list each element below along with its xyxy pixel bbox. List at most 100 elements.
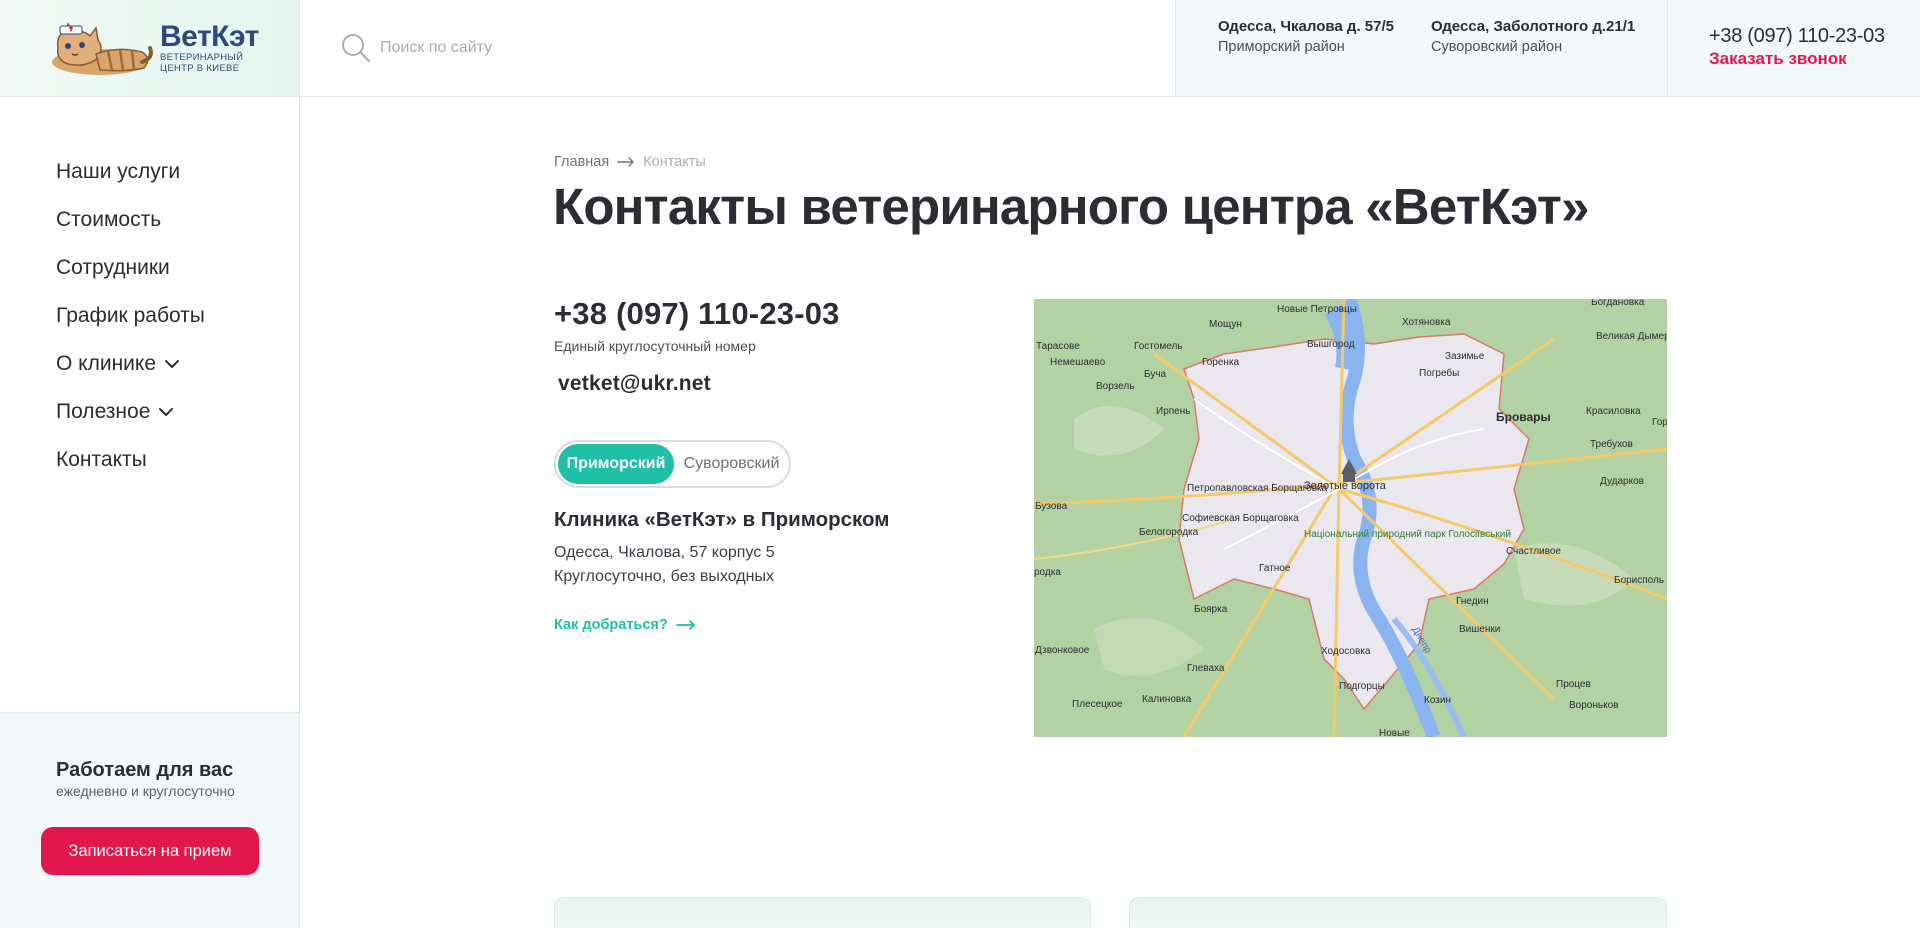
address-district: Приморский район bbox=[1218, 39, 1345, 55]
location-map[interactable]: Новые Петровцы Хотяновка Богдановка Мощу… bbox=[1034, 299, 1667, 737]
map-label: Великая Дымерка bbox=[1596, 331, 1667, 342]
address-suvorovsky[interactable]: Одесса, Заболотного д.21/1 Суворовский р… bbox=[1431, 17, 1635, 96]
map-label: родка bbox=[1034, 567, 1061, 578]
working-hours-subtitle: ежедневно и круглосуточно bbox=[56, 783, 235, 799]
nav-item-about[interactable]: О клинике bbox=[56, 340, 299, 388]
nav-item-label: Сотрудники bbox=[56, 256, 170, 279]
map-label: Процев bbox=[1556, 679, 1591, 690]
map-label: Подгорцы bbox=[1339, 681, 1385, 692]
map-label: Гостомель bbox=[1134, 341, 1183, 352]
map-label: Бровары bbox=[1496, 410, 1551, 424]
callback-link[interactable]: Заказать звонок bbox=[1709, 48, 1920, 70]
arrow-right-icon bbox=[617, 157, 634, 167]
breadcrumb: Главная Контакты bbox=[554, 154, 706, 170]
address-title: Одесса, Заболотного д.21/1 bbox=[1430, 18, 1636, 35]
map-label: Дударков bbox=[1600, 476, 1644, 487]
logo[interactable]: ВетКэт ветеринарный центр в киеве bbox=[0, 0, 300, 96]
book-appointment-button[interactable]: Записаться на прием bbox=[41, 827, 259, 875]
map-label: Красиловка bbox=[1586, 406, 1641, 417]
map-label: Вороньков bbox=[1569, 700, 1618, 711]
nav-item-staff[interactable]: Сотрудники bbox=[56, 244, 299, 292]
address-title: Одесса, Чкалова д. 57/5 bbox=[1218, 18, 1394, 35]
logo-subtitle-2: центр в киеве bbox=[160, 63, 240, 74]
map-label: Козин bbox=[1424, 695, 1451, 706]
page-title: Контакты ветеринарного центра «ВетКэт» bbox=[553, 178, 1589, 235]
nav-item-label: Полезное bbox=[56, 400, 151, 423]
contact-card-suvorovsky bbox=[1129, 897, 1667, 928]
tab-suvorovsky[interactable]: Суворовский bbox=[676, 444, 787, 484]
arrow-right-icon bbox=[675, 620, 695, 630]
logo-subtitle-1: ветеринарный bbox=[160, 52, 244, 63]
map-label: Софиевская Борщаговка bbox=[1182, 512, 1299, 524]
nav-item-label: Наши услуги bbox=[56, 160, 181, 183]
map-label: Новые Петровцы bbox=[1277, 304, 1357, 315]
map-label: Гатное bbox=[1259, 563, 1291, 574]
map-label: Борисполь bbox=[1614, 575, 1664, 586]
map-label: Мощун bbox=[1209, 319, 1242, 330]
route-link[interactable]: Как добраться? bbox=[554, 617, 696, 633]
nav-item-contacts[interactable]: Контакты bbox=[56, 436, 299, 484]
map-canvas[interactable]: Новые Петровцы Хотяновка Богдановка Мощу… bbox=[1034, 299, 1667, 737]
header-phone-block: +38 (097) 110-23-03 Заказать звонок bbox=[1668, 0, 1920, 96]
header-phone[interactable]: +38 (097) 110-23-03 bbox=[1709, 24, 1920, 48]
chevron-down-icon bbox=[159, 408, 174, 416]
main-nav: Наши услуги Стоимость Сотрудники График … bbox=[0, 97, 299, 484]
sidebar: Наши услуги Стоимость Сотрудники График … bbox=[0, 97, 300, 928]
nav-item-label: Контакты bbox=[56, 448, 147, 471]
breadcrumb-home[interactable]: Главная bbox=[554, 154, 609, 170]
map-label: Немешаево bbox=[1050, 357, 1106, 368]
working-hours-title: Работаем для вас bbox=[56, 759, 234, 781]
email-link[interactable]: vetket@ukr.net bbox=[558, 372, 711, 396]
nav-item-services[interactable]: Наши услуги bbox=[56, 148, 299, 196]
map-label: Ирпень bbox=[1156, 406, 1190, 417]
map-label: Требухов bbox=[1590, 438, 1633, 450]
map-label: Горенка bbox=[1202, 357, 1240, 368]
district-tabs: Приморский Суворовский bbox=[554, 440, 791, 488]
map-label: Калиновка bbox=[1142, 694, 1192, 705]
chevron-down-icon bbox=[165, 360, 180, 368]
clinic-title: Клиника «ВетКэт» в Приморском bbox=[554, 508, 890, 531]
map-label: Ходосовка bbox=[1321, 646, 1371, 657]
contact-card-primorsky bbox=[554, 897, 1091, 928]
map-label: Белогородка bbox=[1139, 527, 1199, 538]
nav-item-schedule[interactable]: График работы bbox=[56, 292, 299, 340]
clinic-address: Одесса, Чкалова, 57 корпус 5 bbox=[554, 544, 775, 561]
map-label: Счастливое bbox=[1506, 546, 1561, 557]
map-label: Дзвонковое bbox=[1035, 645, 1090, 656]
map-label: Богдановка bbox=[1591, 299, 1645, 308]
main-content: Главная Контакты Контакты ветеринарного … bbox=[301, 97, 1920, 928]
search-input[interactable] bbox=[380, 39, 1080, 57]
map-label: Золотые ворота bbox=[1304, 480, 1387, 492]
map-label: Глеваха bbox=[1187, 663, 1225, 674]
clinic-hours: Круглосуточно, без выходных bbox=[554, 568, 774, 585]
site-header: ВетКэт ветеринарный центр в киеве Одесса… bbox=[0, 0, 1920, 97]
map-label: Буча bbox=[1144, 369, 1167, 380]
address-primorsky[interactable]: Одесса, Чкалова д. 57/5 Приморский район bbox=[1218, 17, 1394, 96]
phone-note: Единый круглосуточный номер bbox=[554, 338, 756, 354]
working-hours-block: Работаем для вас ежедневно и круглосуточ… bbox=[0, 712, 299, 928]
map-label: Гор bbox=[1652, 417, 1667, 428]
search-icon[interactable] bbox=[340, 32, 372, 64]
nav-item-prices[interactable]: Стоимость bbox=[56, 196, 299, 244]
map-label: Гнедин bbox=[1456, 596, 1489, 607]
logo-name: ВетКэт bbox=[160, 20, 259, 53]
map-label: Вышгород bbox=[1307, 339, 1355, 350]
map-label: Погребы bbox=[1419, 367, 1459, 379]
breadcrumb-current: Контакты bbox=[643, 154, 706, 170]
map-label: Зазимье bbox=[1445, 351, 1485, 362]
nav-item-label: Стоимость bbox=[56, 208, 162, 231]
route-label: Как добраться? bbox=[554, 617, 668, 633]
tab-primorsky[interactable]: Приморский bbox=[558, 444, 674, 484]
nav-item-useful[interactable]: Полезное bbox=[56, 388, 299, 436]
map-label: Тарасове bbox=[1036, 341, 1080, 352]
nav-item-label: О клинике bbox=[56, 352, 157, 375]
search-bar bbox=[300, 0, 1176, 96]
map-label: Бузова bbox=[1035, 501, 1068, 512]
map-label: Новые bbox=[1379, 728, 1410, 737]
clinic-addresses: Одесса, Чкалова д. 57/5 Приморский район… bbox=[1176, 0, 1668, 96]
map-label: Вишенки bbox=[1459, 624, 1500, 635]
clinic-info: Одесса, Чкалова, 57 корпус 5 Круглосуточ… bbox=[554, 541, 775, 589]
map-label: Боярка bbox=[1194, 604, 1228, 615]
main-phone[interactable]: +38 (097) 110-23-03 bbox=[554, 296, 840, 332]
address-district: Суворовский район bbox=[1430, 39, 1563, 55]
